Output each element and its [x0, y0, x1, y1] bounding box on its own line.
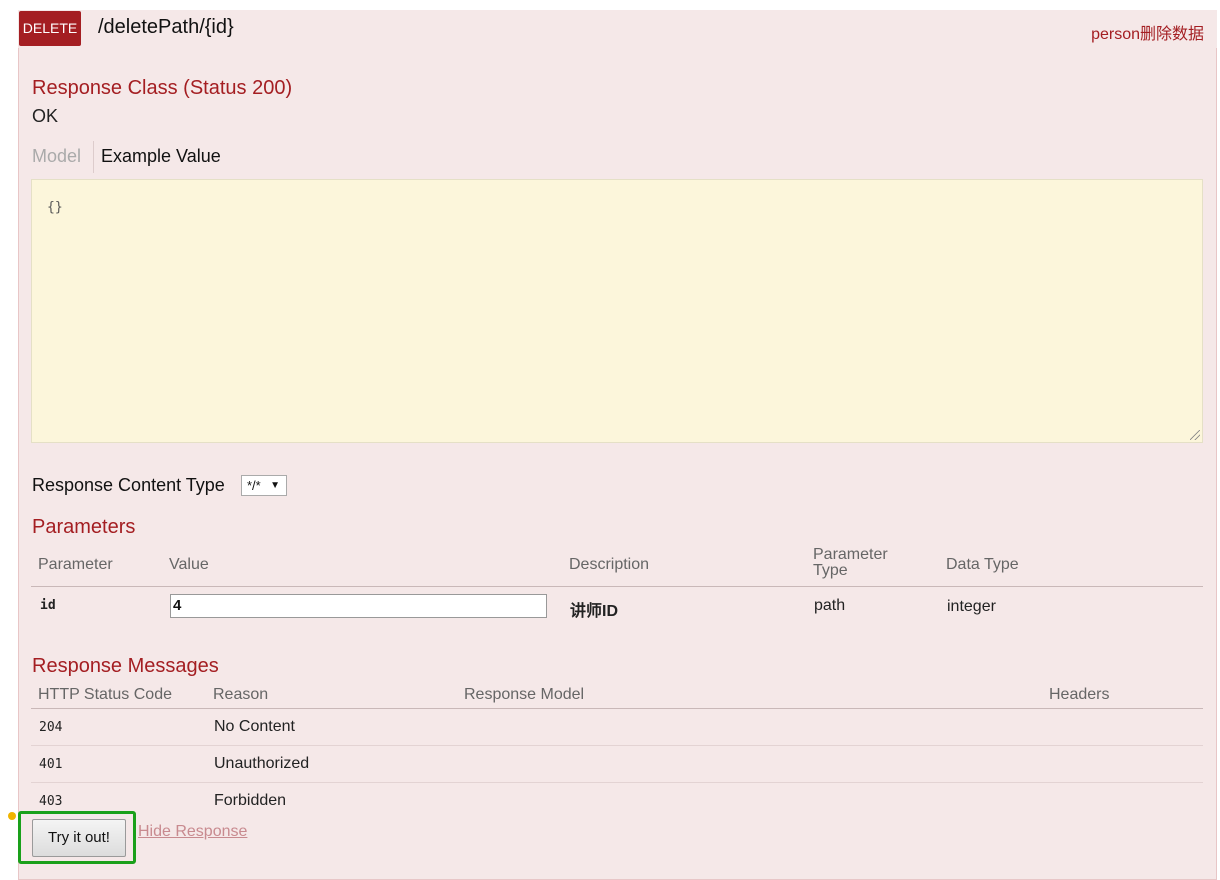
- response-content-type-label: Response Content Type: [32, 475, 225, 495]
- param-description: 讲师ID: [570, 603, 619, 620]
- example-value-box[interactable]: {}: [31, 179, 1203, 443]
- resp-code: 204: [39, 720, 63, 735]
- resp-header-status-code: HTTP Status Code: [38, 686, 172, 703]
- resp-reason: Forbidden: [214, 792, 287, 809]
- response-content-type-select[interactable]: */* ▼: [241, 475, 287, 496]
- example-value-code: {}: [47, 200, 63, 215]
- resp-code: 403: [39, 794, 63, 809]
- param-data-type: integer: [947, 598, 996, 615]
- cursor-marker-icon: [8, 812, 16, 820]
- resp-header-response-model: Response Model: [464, 686, 585, 703]
- param-type: path: [814, 597, 846, 614]
- param-header-divider: [31, 586, 1203, 587]
- resp-row-divider: [31, 745, 1203, 746]
- operation-path[interactable]: /deletePath/{id}: [98, 16, 234, 39]
- tab-example-value[interactable]: Example Value: [101, 146, 221, 167]
- resp-row-divider: [31, 782, 1203, 783]
- tab-model[interactable]: Model: [32, 146, 81, 167]
- parameters-title: Parameters: [32, 516, 136, 538]
- hide-response-link[interactable]: Hide Response: [138, 823, 247, 841]
- param-header-description: Description: [569, 556, 650, 573]
- param-header-data-type: Data Type: [946, 556, 1019, 573]
- resp-header-reason: Reason: [213, 686, 269, 703]
- param-value-input[interactable]: 4: [170, 594, 547, 618]
- resp-reason: No Content: [214, 718, 295, 735]
- resp-header-divider: [31, 708, 1203, 709]
- resize-handle-icon[interactable]: [1190, 430, 1200, 440]
- operation-panel: [18, 10, 1217, 880]
- param-name: id: [40, 598, 56, 613]
- resp-header-headers: Headers: [1049, 686, 1110, 703]
- chevron-down-icon: ▼: [270, 480, 280, 491]
- tab-divider: [93, 141, 94, 173]
- try-it-out-button[interactable]: Try it out!: [32, 819, 126, 857]
- resp-code: 401: [39, 757, 63, 772]
- param-header-parameter-type: Parameter Type: [813, 546, 888, 579]
- param-header-value: Value: [169, 556, 209, 573]
- response-messages-title: Response Messages: [32, 655, 219, 677]
- response-class-status: OK: [32, 106, 59, 126]
- response-content-type-value: */*: [247, 478, 261, 493]
- param-header-parameter: Parameter: [38, 556, 113, 573]
- resp-reason: Unauthorized: [214, 755, 310, 772]
- response-class-title: Response Class (Status 200): [32, 77, 293, 99]
- method-badge[interactable]: DELETE: [19, 11, 81, 46]
- operation-summary[interactable]: person删除数据: [1091, 20, 1204, 44]
